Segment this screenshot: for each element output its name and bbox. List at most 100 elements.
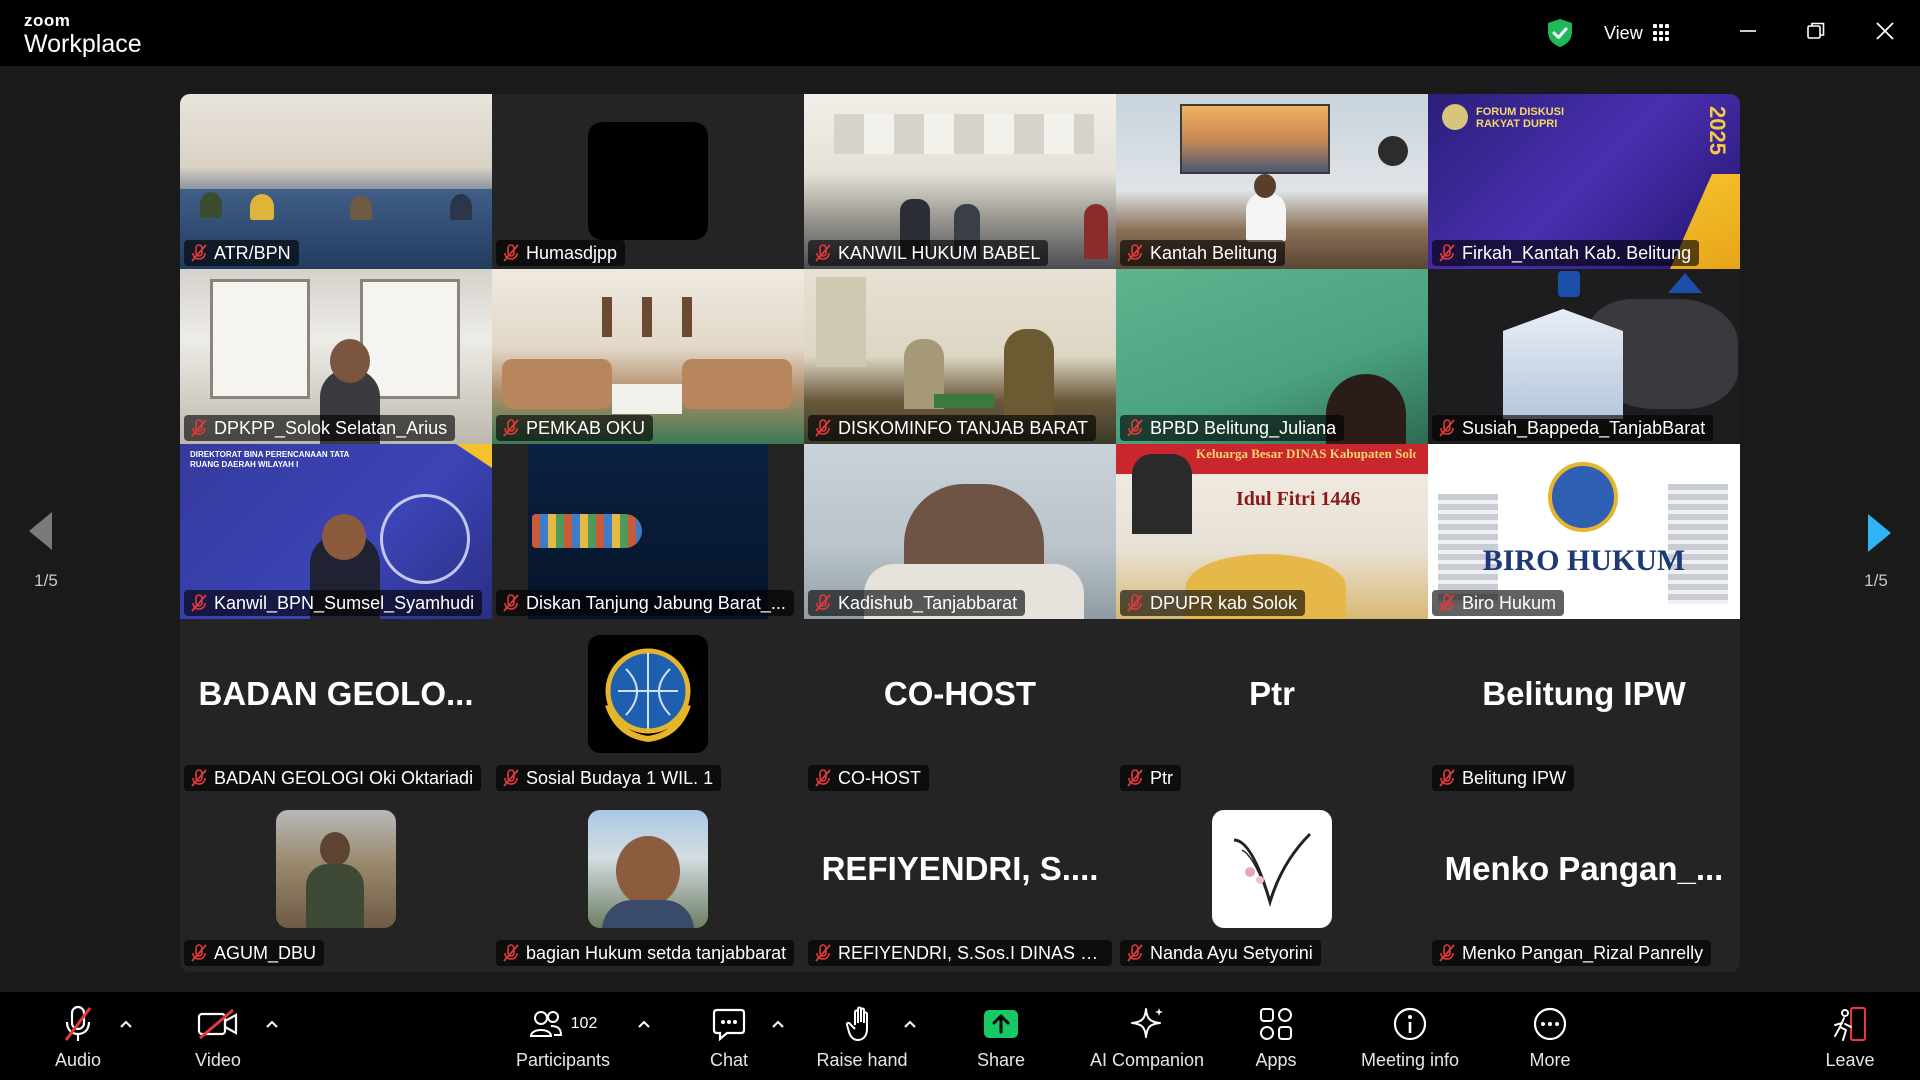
more-button[interactable]: More bbox=[1508, 992, 1592, 1080]
participant-tile[interactable]: Belitung IPW Belitung IPW bbox=[1428, 619, 1740, 794]
participant-tile[interactable]: BADAN GEOLO... BADAN GEOLOGI Oki Oktaria… bbox=[180, 619, 492, 794]
participant-name: Ptr bbox=[1150, 767, 1174, 788]
participant-tile[interactable]: CO-HOST CO-HOST bbox=[804, 619, 1116, 794]
sparkle-icon bbox=[1131, 1008, 1163, 1038]
mic-off-icon bbox=[815, 769, 831, 787]
audio-button[interactable]: Audio bbox=[40, 992, 116, 1080]
participant-name: Nanda Ayu Setyorini bbox=[1150, 942, 1313, 963]
meeting-toolbar: Audio Video 102 Participants Chat Raise … bbox=[0, 992, 1920, 1080]
mic-off-icon bbox=[503, 419, 519, 437]
hand-icon bbox=[846, 1006, 868, 1041]
participant-tile[interactable]: Susiah_Bappeda_TanjabBarat bbox=[1428, 269, 1740, 444]
view-button[interactable]: View bbox=[1604, 18, 1671, 48]
participant-tile[interactable]: BIRO HUKUM Biro Hukum bbox=[1428, 444, 1740, 619]
mic-off-icon bbox=[503, 244, 519, 262]
mic-off-icon bbox=[191, 244, 207, 262]
participant-tile[interactable]: Kantah Belitung bbox=[1116, 94, 1428, 269]
grid-icon bbox=[1652, 24, 1671, 42]
participant-tile[interactable]: DIREKTORAT BINA PERENCANAAN TATA RUANG D… bbox=[180, 444, 492, 619]
audio-label: Audio bbox=[54, 1050, 102, 1070]
direktorat-banner-text: DIREKTORAT BINA PERENCANAAN TATA RUANG D… bbox=[190, 450, 350, 469]
participant-tile[interactable]: Ptr Ptr bbox=[1116, 619, 1428, 794]
minimize-button[interactable] bbox=[1725, 14, 1771, 48]
close-icon bbox=[1876, 22, 1894, 40]
participant-tile[interactable]: DPKPP_Solok Selatan_Arius bbox=[180, 269, 492, 444]
leave-icon bbox=[1834, 1006, 1867, 1042]
participant-name: CO-HOST bbox=[838, 767, 921, 788]
mic-off-icon bbox=[1439, 769, 1455, 787]
mic-off-icon bbox=[191, 419, 207, 437]
apps-button[interactable]: Apps bbox=[1242, 992, 1310, 1080]
avatar bbox=[1212, 810, 1332, 928]
participant-name: Menko Pangan_Rizal Panrelly bbox=[1462, 942, 1704, 963]
brand-big: Workplace bbox=[24, 30, 142, 58]
mic-off-icon bbox=[1127, 594, 1143, 612]
participant-tile[interactable]: Humasdjpp bbox=[492, 94, 804, 269]
participant-tile[interactable]: DISKOMINFO TANJAB BARAT bbox=[804, 269, 1116, 444]
raise-hand-button[interactable]: Raise hand bbox=[812, 992, 912, 1080]
restore-button[interactable] bbox=[1793, 14, 1839, 48]
participants-count: 102 bbox=[570, 1015, 598, 1032]
participants-button[interactable]: 102 Participants bbox=[508, 992, 618, 1080]
mic-off-icon bbox=[815, 594, 831, 612]
participant-display-name: BADAN GEOLO... bbox=[198, 675, 474, 712]
participants-options-chevron-icon[interactable] bbox=[634, 1014, 654, 1034]
participant-tile[interactable]: Nanda Ayu Setyorini bbox=[1116, 794, 1428, 969]
mic-off-icon bbox=[503, 769, 519, 787]
mic-off-icon bbox=[503, 594, 519, 612]
participant-name: ATR/BPN bbox=[214, 242, 291, 263]
next-page-arrow[interactable] bbox=[1866, 512, 1894, 554]
participant-name: KANWIL HUKUM BABEL bbox=[838, 242, 1041, 263]
participant-tile[interactable]: REFIYENDRI, S.... REFIYENDRI, S.Sos.I DI… bbox=[804, 794, 1116, 969]
participant-tile[interactable]: Diskan Tanjung Jabung Barat_... bbox=[492, 444, 804, 619]
ai-companion-button[interactable]: AI Companion bbox=[1082, 992, 1212, 1080]
participant-name: AGUM_DBU bbox=[214, 942, 317, 963]
video-options-chevron-icon[interactable] bbox=[262, 1014, 282, 1034]
leave-label: Leave bbox=[1825, 1050, 1875, 1070]
chat-options-chevron-icon[interactable] bbox=[768, 1014, 788, 1034]
mic-off-icon bbox=[191, 944, 207, 962]
participant-tile[interactable]: ATR/BPN bbox=[180, 94, 492, 269]
mic-off-icon bbox=[815, 419, 831, 437]
leave-button[interactable]: Leave bbox=[1818, 992, 1882, 1080]
participant-name: Firkah_Kantah Kab. Belitung bbox=[1462, 242, 1692, 263]
meeting-info-button[interactable]: Meeting info bbox=[1352, 992, 1468, 1080]
participant-tile[interactable]: FORUM DISKUSI RAKYAT DUPRI 2025 Firkah_K… bbox=[1428, 94, 1740, 269]
participant-tile[interactable]: bagian Hukum setda tanjabbarat bbox=[492, 794, 804, 969]
video-button[interactable]: Video bbox=[180, 992, 256, 1080]
participant-tile[interactable]: KANWIL HUKUM BABEL bbox=[804, 94, 1116, 269]
info-icon bbox=[1393, 1007, 1427, 1041]
brand-small: zoom bbox=[24, 11, 71, 30]
participant-display-name: Belitung IPW bbox=[1482, 675, 1686, 712]
restore-icon bbox=[1807, 22, 1825, 39]
participant-name: Sosial Budaya 1 WIL. 1 bbox=[526, 767, 714, 788]
participant-name: Kantah Belitung bbox=[1150, 242, 1278, 263]
participant-tile[interactable]: Kadishub_Tanjabbarat bbox=[804, 444, 1116, 619]
share-button[interactable]: Share bbox=[962, 992, 1040, 1080]
participant-tile[interactable]: PEMKAB OKU bbox=[492, 269, 804, 444]
share-icon bbox=[984, 1010, 1018, 1038]
mic-off-icon bbox=[1439, 594, 1455, 612]
keluarga-banner-text: Keluarga Besar DINAS Kabupaten Solok bbox=[1196, 446, 1416, 461]
close-button[interactable] bbox=[1862, 14, 1908, 48]
banner-year: 2025 bbox=[1705, 106, 1730, 155]
title-bar: zoom Workplace View bbox=[0, 0, 1920, 66]
shield-icon[interactable] bbox=[1546, 18, 1574, 48]
avatar bbox=[276, 810, 396, 928]
participant-tile[interactable]: Menko Pangan_... Menko Pangan_Rizal Panr… bbox=[1428, 794, 1740, 969]
video-gallery: ATR/BPN Humasdjpp KANWIL HUKUM BABEL Kan… bbox=[180, 94, 1740, 972]
previous-page-arrow[interactable] bbox=[26, 510, 54, 552]
participants-icon bbox=[529, 1011, 562, 1037]
raise-hand-options-chevron-icon[interactable] bbox=[900, 1014, 920, 1034]
participant-tile[interactable]: Keluarga Besar DINAS Kabupaten Solok Idu… bbox=[1116, 444, 1428, 619]
participant-tile[interactable]: Sosial Budaya 1 WIL. 1 bbox=[492, 619, 804, 794]
mic-off-icon bbox=[1127, 769, 1143, 787]
chat-button[interactable]: Chat bbox=[692, 992, 766, 1080]
participant-tile[interactable]: AGUM_DBU bbox=[180, 794, 492, 969]
minimize-icon bbox=[1740, 30, 1756, 32]
participant-tile[interactable]: BPBD Belitung_Juliana bbox=[1116, 269, 1428, 444]
audio-options-chevron-icon[interactable] bbox=[116, 1014, 136, 1034]
participant-display-name: Menko Pangan_... bbox=[1444, 850, 1724, 887]
video-off-icon bbox=[197, 1008, 238, 1040]
mic-off-icon bbox=[503, 944, 519, 962]
